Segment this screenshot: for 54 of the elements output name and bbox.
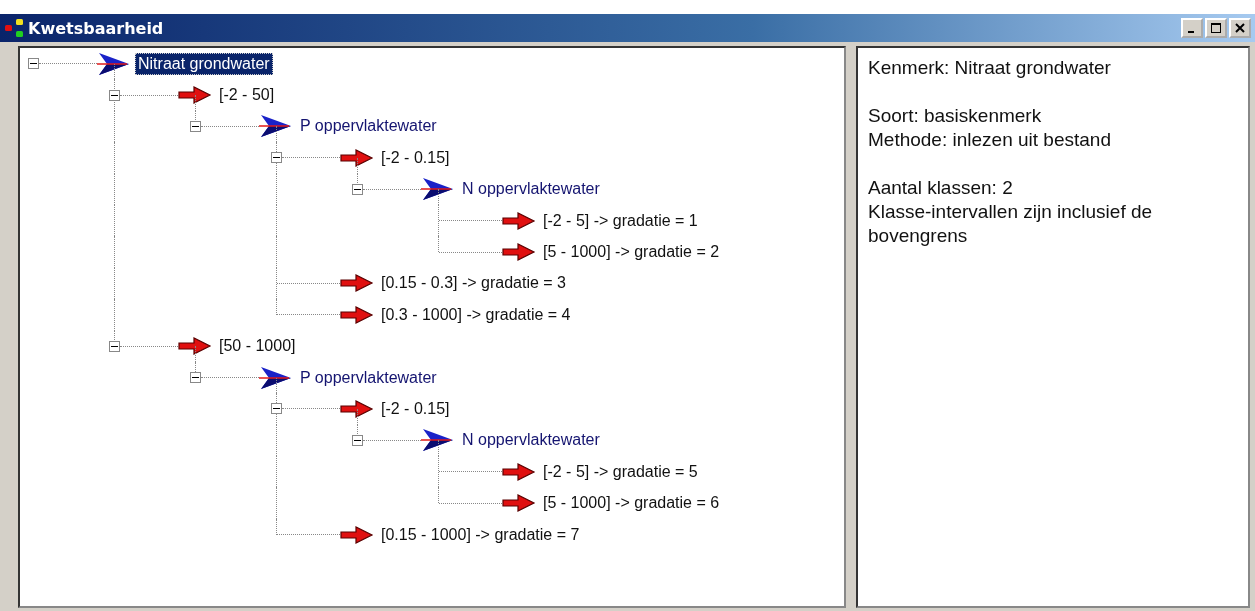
window-title: Kwetsbaarheid: [28, 18, 165, 38]
tree-item[interactable]: P oppervlaktewater: [297, 115, 440, 138]
arrowhead-icon: [421, 428, 455, 453]
arrowhead-icon: [421, 177, 455, 202]
arrow-icon: [340, 147, 374, 168]
tree-item[interactable]: [5 - 1000] -> gradatie = 2: [540, 241, 723, 264]
tree-item[interactable]: [-2 - 5] -> gradatie = 5: [540, 460, 701, 483]
detail-text: Klasse-intervallen zijn inclusief de bovengrens: [868, 200, 1154, 248]
tree-item[interactable]: [-2 - 0.15]: [378, 398, 453, 420]
app-icon: [4, 18, 26, 38]
tree-item[interactable]: [0.15 - 0.3] -> gradatie = 3: [378, 272, 569, 295]
arrow-icon: [502, 210, 536, 231]
tree-item[interactable]: [-2 - 50]: [216, 84, 278, 107]
arrowhead-icon: [259, 365, 293, 390]
minimize-button[interactable]: [1181, 18, 1203, 38]
tree-item[interactable]: [-2 - 0.15]: [378, 146, 453, 169]
collapse-toggle[interactable]: [271, 403, 282, 415]
arrow-icon: [340, 399, 374, 419]
collapse-toggle[interactable]: [190, 372, 201, 384]
tree-item[interactable]: [50 - 1000]: [216, 335, 299, 358]
arrow-icon: [340, 524, 374, 545]
arrow-icon: [178, 336, 212, 357]
collapse-toggle[interactable]: [109, 340, 120, 352]
close-icon: [1235, 23, 1245, 33]
collapse-toggle[interactable]: [352, 183, 363, 195]
arrow-icon: [340, 273, 374, 294]
arrow-icon: [502, 461, 536, 482]
tree-item[interactable]: [5 - 1000] -> gradatie = 6: [540, 492, 723, 515]
arrow-icon: [340, 304, 374, 325]
tree-item[interactable]: Nitraat grondwater: [135, 52, 273, 75]
tree-item[interactable]: N oppervlaktewater: [459, 429, 603, 452]
arrow-icon: [502, 242, 536, 263]
tree-item[interactable]: P oppervlaktewater: [297, 366, 440, 389]
detail-text: Aantal klassen: 2: [868, 176, 1014, 200]
detail-text: Kenmerk: Nitraat grondwater: [868, 56, 1112, 80]
collapse-toggle[interactable]: [352, 434, 363, 446]
maximize-button[interactable]: [1205, 18, 1227, 38]
collapse-toggle[interactable]: [109, 89, 120, 101]
arrowhead-icon: [97, 51, 131, 76]
arrow-icon: [502, 493, 536, 514]
maximize-icon: [1211, 23, 1221, 33]
tree-item[interactable]: [-2 - 5] -> gradatie = 1: [540, 209, 701, 232]
detail-text: Soort: basiskenmerk: [868, 104, 1043, 128]
close-button[interactable]: [1229, 18, 1251, 38]
arrowhead-icon: [259, 114, 293, 139]
tree-item[interactable]: N oppervlaktewater: [459, 178, 603, 201]
tree-item[interactable]: [0.3 - 1000] -> gradatie = 4: [378, 303, 574, 326]
detail-text: Methode: inlezen uit bestand: [868, 128, 1112, 152]
minimize-icon: [1187, 31, 1194, 33]
collapse-toggle[interactable]: [28, 58, 39, 70]
arrow-icon: [178, 85, 212, 106]
collapse-toggle[interactable]: [190, 120, 201, 132]
collapse-toggle[interactable]: [271, 152, 282, 164]
tree-item[interactable]: [0.15 - 1000] -> gradatie = 7: [378, 523, 583, 546]
